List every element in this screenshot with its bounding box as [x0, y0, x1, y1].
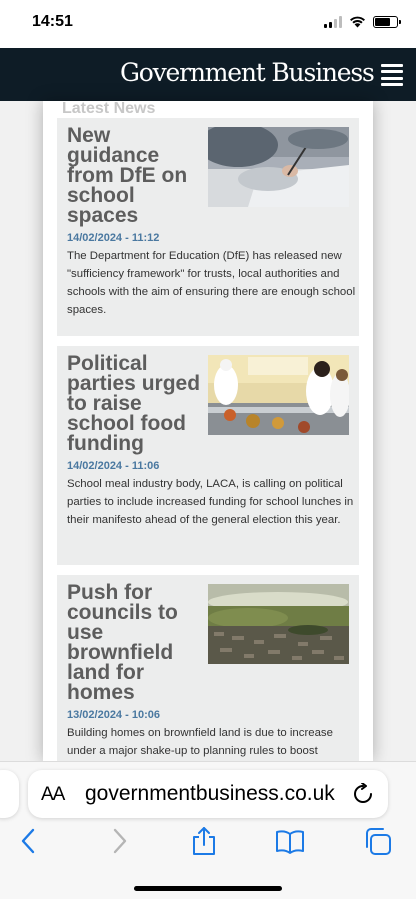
- site-logo[interactable]: Government Business: [120, 58, 375, 87]
- back-icon[interactable]: [14, 826, 44, 856]
- wifi-icon: [350, 16, 365, 28]
- article-title[interactable]: Push for councils to use brownfield land…: [67, 582, 202, 703]
- forward-icon[interactable]: [104, 826, 134, 856]
- article-image[interactable]: [208, 584, 349, 664]
- news-column: Latest News New guidance from DfE on sch…: [43, 101, 373, 761]
- text-size-button[interactable]: AA: [41, 783, 65, 806]
- reload-icon[interactable]: [352, 783, 374, 805]
- hamburger-menu-icon[interactable]: [381, 64, 403, 86]
- home-indicator[interactable]: [134, 886, 282, 891]
- article-image[interactable]: [208, 355, 349, 435]
- article-image[interactable]: [208, 127, 349, 207]
- article-summary: Building homes on brownfield land is due…: [67, 727, 333, 757]
- article-title[interactable]: Political parties urged to raise school …: [67, 353, 202, 454]
- article-date: 13/02/2024 - 10:06: [67, 709, 160, 721]
- status-time: 14:51: [32, 13, 73, 30]
- screen: 14:51 Government Business Latest News Ne…: [0, 0, 416, 899]
- news-card[interactable]: New guidance from DfE on school spaces 1…: [57, 118, 359, 336]
- section-title: Latest News: [62, 101, 156, 117]
- news-card[interactable]: Political parties urged to raise school …: [57, 346, 359, 565]
- battery-icon: [373, 16, 401, 28]
- status-bar: 14:51: [0, 0, 416, 48]
- article-summary: School meal industry body, LACA, is call…: [67, 478, 354, 526]
- article-date: 14/02/2024 - 11:12: [67, 232, 160, 244]
- article-date: 14/02/2024 - 11:06: [67, 460, 160, 472]
- previous-tab-preview[interactable]: [0, 770, 19, 818]
- tabs-icon[interactable]: [363, 826, 393, 856]
- article-title[interactable]: New guidance from DfE on school spaces: [67, 125, 202, 226]
- site-header: Government Business: [0, 48, 416, 101]
- bookmarks-icon[interactable]: [275, 826, 305, 856]
- address-bar[interactable]: AA governmentbusiness.co.uk: [28, 770, 388, 818]
- status-icons: [324, 16, 401, 28]
- cellular-signal-icon: [324, 16, 342, 28]
- share-icon[interactable]: [189, 826, 219, 856]
- article-summary: The Department for Education (DfE) has r…: [67, 250, 356, 316]
- url-text[interactable]: governmentbusiness.co.uk: [85, 782, 335, 806]
- browser-bottom-bar: AA governmentbusiness.co.uk: [0, 761, 416, 899]
- news-card[interactable]: Push for councils to use brownfield land…: [57, 575, 359, 761]
- text-size-label: AA: [41, 784, 65, 805]
